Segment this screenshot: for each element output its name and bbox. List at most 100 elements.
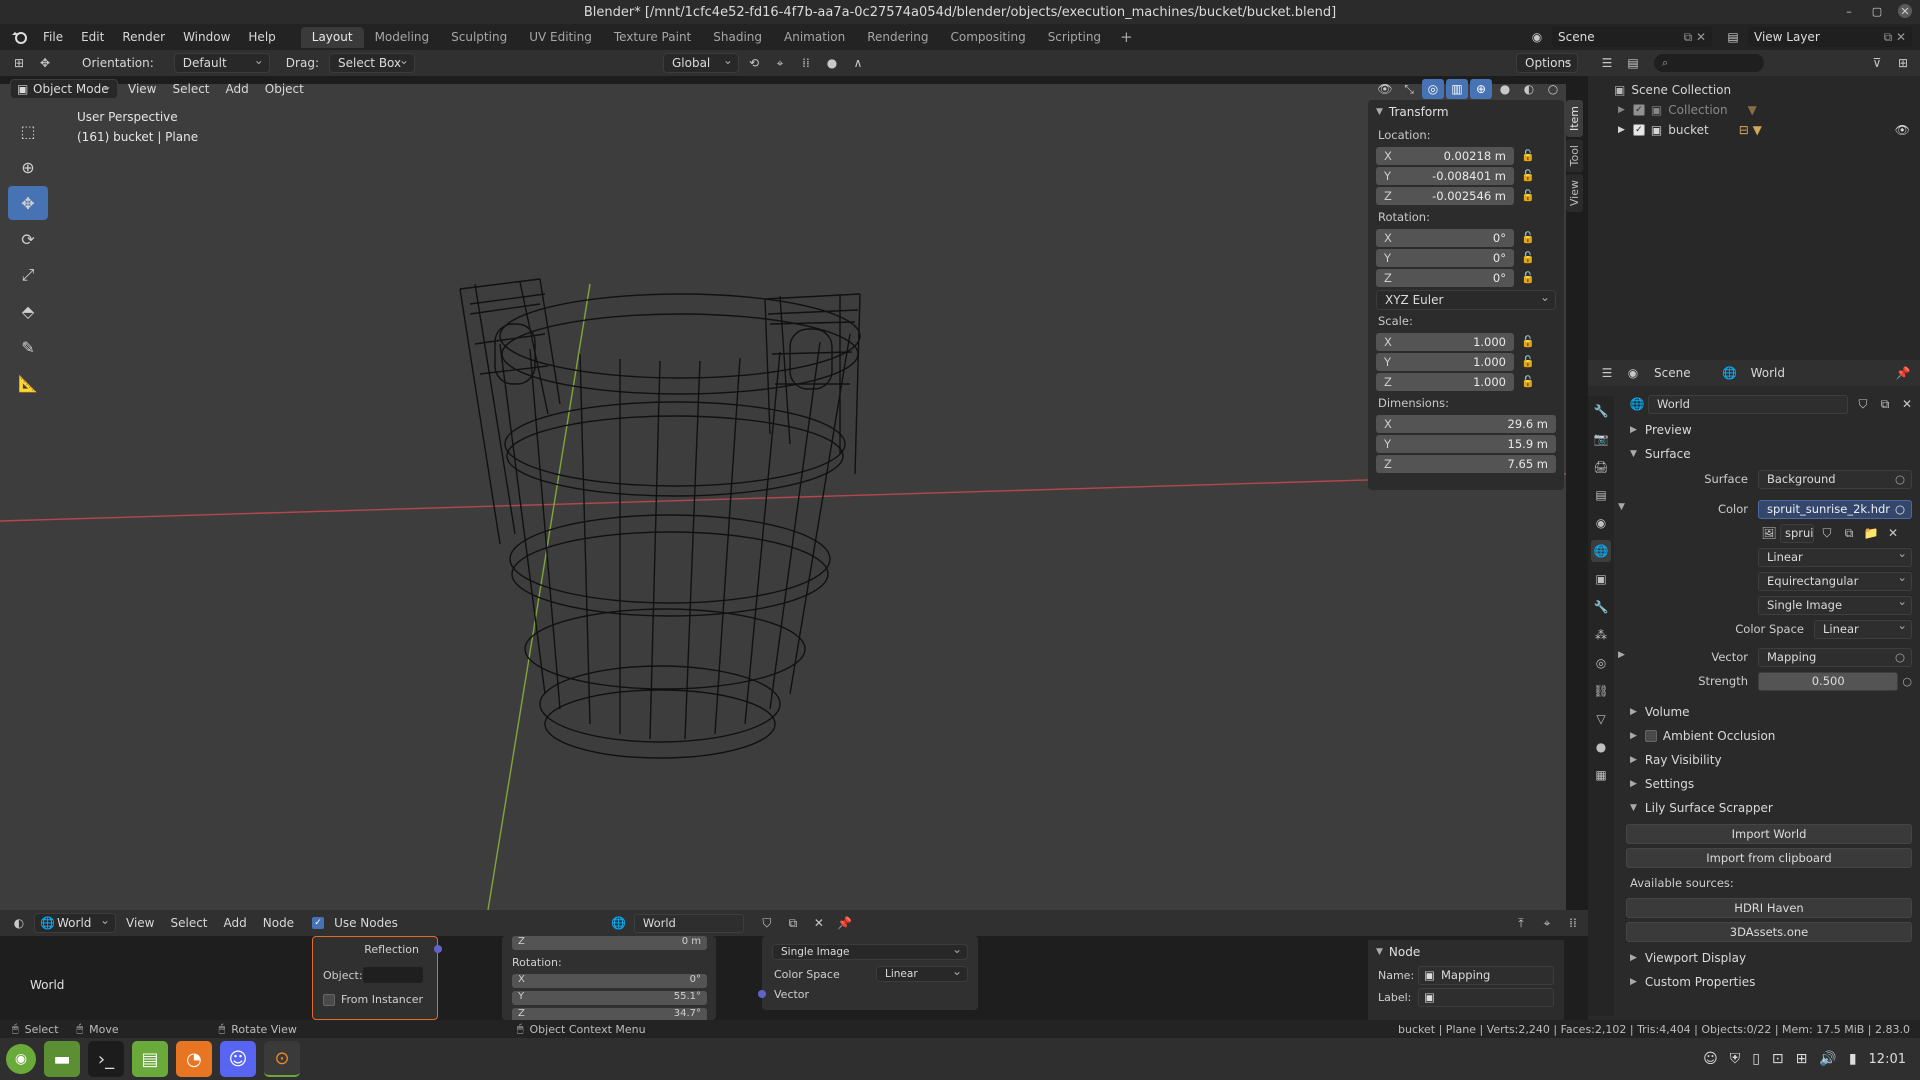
- use-nodes-checkbox[interactable]: ✓: [312, 917, 325, 929]
- node-color-space-dropdown[interactable]: Linear: [876, 964, 968, 982]
- menu-window[interactable]: Window: [174, 27, 239, 47]
- strength-field[interactable]: 0.500: [1758, 671, 1899, 691]
- bucket-checkbox[interactable]: ✓: [1632, 124, 1645, 136]
- mapping-node[interactable]: Z 0 m Rotation: X 0° Y 55.1° Z 34.7°: [502, 936, 716, 1020]
- lock-icon[interactable]: 🔓: [1514, 169, 1542, 182]
- texture-tab-icon[interactable]: ▦: [1591, 764, 1611, 786]
- location-z-field[interactable]: Z -0.002546 m: [1376, 186, 1514, 205]
- battery-icon[interactable]: ▮: [1849, 1051, 1857, 1067]
- world-tab-icon[interactable]: 🌐: [1591, 540, 1611, 562]
- interpolation-dropdown[interactable]: Linear: [1758, 547, 1912, 567]
- node-menu-add[interactable]: Add: [218, 916, 253, 930]
- scene-copy-icon[interactable]: ⧉ ✕: [1684, 30, 1706, 45]
- measure-tool-icon[interactable]: 📐: [8, 366, 48, 400]
- node-panel-header[interactable]: ▼ Node: [1368, 940, 1564, 964]
- eye-icon[interactable]: 👁: [1895, 123, 1910, 137]
- dimensions-z-field[interactable]: Z 7.65 m: [1376, 454, 1556, 473]
- wireframe-shading-icon[interactable]: ⊕: [1470, 79, 1492, 99]
- editor-type-icon[interactable]: ⊞: [8, 53, 30, 73]
- output-tab-icon[interactable]: 🖨: [1591, 456, 1611, 478]
- lock-icon[interactable]: 🔓: [1514, 251, 1542, 264]
- section-preview[interactable]: ▶ Preview: [1618, 418, 1920, 442]
- volume-icon[interactable]: 🔊: [1819, 1051, 1836, 1067]
- lock-icon[interactable]: 🔓: [1514, 375, 1542, 388]
- add-workspace-button[interactable]: +: [1112, 28, 1141, 46]
- import-world-button[interactable]: Import World: [1626, 824, 1912, 844]
- material-tab-icon[interactable]: ●: [1591, 736, 1611, 758]
- cursor-tool-icon[interactable]: ⊕: [8, 150, 48, 184]
- terminal-icon[interactable]: ›_: [88, 1041, 124, 1077]
- scale-tool-icon[interactable]: ⤢: [8, 258, 48, 292]
- parent-node-icon[interactable]: ⤒: [1510, 913, 1532, 933]
- tab-shading[interactable]: Shading: [702, 27, 773, 48]
- node-editor-type-icon[interactable]: ◐: [8, 913, 30, 933]
- lock-icon[interactable]: 🔓: [1514, 355, 1542, 368]
- rendered-shading-icon[interactable]: ○: [1542, 79, 1564, 99]
- new-collection-icon[interactable]: ⊞: [1892, 53, 1914, 73]
- world-name-field[interactable]: World: [1648, 394, 1848, 414]
- physics-tab-icon[interactable]: ◎: [1591, 652, 1611, 674]
- vector-input-socket[interactable]: [758, 990, 766, 998]
- tab-sculpting[interactable]: Sculpting: [440, 27, 518, 48]
- files-icon[interactable]: ▤: [132, 1041, 168, 1077]
- falloff-icon[interactable]: ∧: [847, 53, 869, 73]
- rotation-z-field[interactable]: Z 0°: [1376, 268, 1514, 287]
- node-world-field[interactable]: World: [633, 913, 744, 933]
- scale-x-field[interactable]: X 1.000: [1376, 332, 1514, 351]
- annotate-tool-icon[interactable]: ✎: [8, 330, 48, 364]
- location-y-field[interactable]: Y -0.008401 m: [1376, 166, 1514, 185]
- update-icon[interactable]: ⊡: [1772, 1051, 1784, 1067]
- ambient-occlusion-checkbox[interactable]: [1644, 730, 1657, 742]
- source-dropdown[interactable]: Single Image: [1758, 595, 1912, 615]
- node-label-field[interactable]: ▣: [1418, 987, 1554, 1007]
- import-clipboard-button[interactable]: Import from clipboard: [1626, 848, 1912, 868]
- tab-modeling[interactable]: Modeling: [364, 27, 441, 48]
- menu-edit[interactable]: Edit: [72, 27, 113, 47]
- projection-dropdown[interactable]: Equirectangular: [1758, 571, 1912, 591]
- mapping-rotation-x-field[interactable]: X 0°: [512, 974, 707, 988]
- transform-panel-header[interactable]: ▼ Transform: [1368, 100, 1564, 124]
- snap-icon[interactable]: ⌖: [1536, 913, 1558, 933]
- discord-icon[interactable]: ☺: [220, 1041, 256, 1077]
- folder-icon[interactable]: 📁: [1860, 523, 1882, 543]
- display-mode-icon[interactable]: ▤: [1622, 53, 1644, 73]
- rotation-x-field[interactable]: X 0°: [1376, 228, 1514, 247]
- xray-icon[interactable]: ▥: [1446, 79, 1468, 99]
- view-layer-tab-icon[interactable]: ▤: [1591, 484, 1611, 506]
- 3dassets-button[interactable]: 3DAssets.one: [1626, 922, 1912, 942]
- blender-logo-icon[interactable]: [8, 27, 30, 47]
- outliner-editor-type-icon[interactable]: ☰: [1596, 53, 1618, 73]
- world-browse-icon[interactable]: 🌐: [608, 913, 630, 933]
- section-viewport-display[interactable]: ▶ Viewport Display: [1618, 946, 1920, 970]
- lock-icon[interactable]: 🔓: [1514, 335, 1542, 348]
- scale-z-field[interactable]: Z 1.000: [1376, 372, 1514, 391]
- proportional-edit-icon[interactable]: ●: [821, 53, 843, 73]
- vector-field[interactable]: Mapping ○: [1758, 647, 1912, 667]
- section-settings[interactable]: ▶ Settings: [1618, 772, 1920, 796]
- sidebar-tab-view[interactable]: View: [1566, 174, 1583, 213]
- fake-user-icon[interactable]: ⛉: [1816, 523, 1838, 543]
- outliner-item-bucket[interactable]: ▶ ✓ ▣ bucket ⊟ ▼ 👁: [1588, 120, 1920, 140]
- overlay-icon[interactable]: ◎: [1422, 79, 1444, 99]
- transform-tool-icon[interactable]: ⬘: [8, 294, 48, 328]
- view-layer-copy-icon[interactable]: ⧉ ✕: [1884, 30, 1906, 45]
- node-menu-node[interactable]: Node: [257, 916, 300, 930]
- outliner-item-collection[interactable]: ▶ ✓ ▣ Collection ▼: [1588, 100, 1920, 120]
- mapping-rotation-z-field[interactable]: Z 34.7°: [512, 1008, 707, 1020]
- unlink-icon[interactable]: ✕: [808, 913, 830, 933]
- fake-user-icon[interactable]: ⛉: [756, 913, 778, 933]
- tab-rendering[interactable]: Rendering: [856, 27, 939, 48]
- section-ambient-occlusion[interactable]: ▶ Ambient Occlusion: [1618, 724, 1920, 748]
- show-desktop-icon[interactable]: ▬: [44, 1041, 80, 1077]
- scale-y-field[interactable]: Y 1.000: [1376, 352, 1514, 371]
- location-x-field[interactable]: X 0.00218 m: [1376, 146, 1514, 165]
- discord-tray-icon[interactable]: ☺: [1703, 1051, 1718, 1067]
- viewport-menu-select[interactable]: Select: [166, 82, 215, 96]
- properties-editor-type-icon[interactable]: ☰: [1596, 363, 1618, 383]
- firefox-icon[interactable]: ◔: [176, 1041, 212, 1077]
- collection-checkbox[interactable]: ✓: [1632, 104, 1645, 116]
- filter-icon[interactable]: ⊽: [1866, 53, 1888, 73]
- menu-file[interactable]: File: [34, 27, 72, 47]
- material-shading-icon[interactable]: ◐: [1518, 79, 1540, 99]
- menu-render[interactable]: Render: [113, 27, 174, 47]
